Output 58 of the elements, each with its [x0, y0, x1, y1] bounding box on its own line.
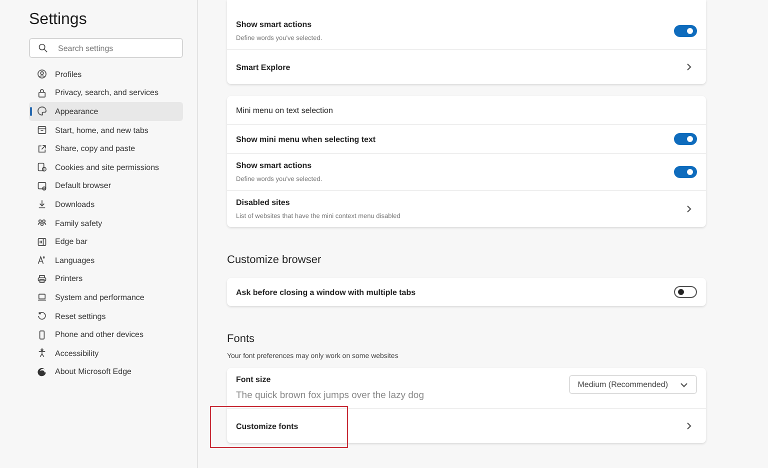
phone-icon [37, 330, 47, 340]
sidebar-item[interactable]: Privacy, search, and services [29, 84, 183, 102]
setting-label[interactable]: Customize fonts [236, 422, 675, 430]
sidebar-item[interactable]: Default browser [29, 176, 183, 196]
reset-icon [37, 311, 47, 322]
setting-description: The quick brown fox jumps over the lazy dog [236, 390, 425, 401]
family-icon [37, 218, 47, 228]
sidebar-item[interactable]: Profiles [29, 65, 183, 84]
chevron-right-icon[interactable] [685, 422, 693, 430]
toggle-switch[interactable] [674, 286, 697, 298]
setting-label[interactable]: Smart Explore [236, 62, 675, 72]
share-icon [37, 144, 47, 154]
download-icon [37, 199, 47, 210]
sidebar-item[interactable]: Cookies and site permissions [29, 158, 183, 177]
sidebar-item[interactable]: Reset settings [29, 306, 183, 326]
sidebar-item[interactable]: System and performance [29, 288, 183, 307]
person-icon [37, 69, 47, 80]
setting-label: Ask before closing a window with multiple tabs [236, 288, 417, 296]
chevron-right-icon[interactable] [685, 63, 693, 71]
sidebar-item[interactable]: Share, copy and paste [29, 139, 183, 158]
toggle-switch[interactable] [674, 166, 697, 178]
section-heading: Fonts [227, 333, 256, 345]
setting-label: Font size [236, 375, 272, 384]
lock-icon [37, 88, 47, 98]
setting-label: Show mini menu when selecting text [236, 134, 377, 144]
sidebar-item[interactable]: Languages [29, 250, 183, 270]
sidebar-item[interactable]: Accessibility [29, 344, 183, 362]
sidebar-item[interactable]: About Microsoft Edge [29, 362, 183, 382]
sidebar-item[interactable]: Downloads [29, 195, 183, 214]
search-field[interactable]: Search settings [29, 38, 183, 58]
sidebar-item[interactable]: Start, home, and new tabs [29, 120, 183, 140]
sidebar-icon [37, 236, 47, 247]
sidebar-item[interactable]: Family safety [29, 214, 183, 232]
sidebar-item[interactable]: Phone and other devices [29, 325, 183, 344]
setting-label: Show smart actions [236, 20, 313, 29]
accessibility-icon [37, 348, 47, 358]
laptop-icon [37, 292, 47, 302]
edge-logo-icon [37, 366, 47, 377]
printer-icon [37, 274, 47, 284]
setting-label[interactable]: Disabled sites [236, 198, 675, 207]
toggle-switch[interactable] [674, 25, 697, 37]
sidebar-item[interactable]: Printers [29, 270, 183, 288]
search-input[interactable]: Search settings [56, 42, 174, 54]
setting-label: Show smart actions [236, 161, 313, 170]
sidebar-item[interactable]: Appearance [29, 102, 183, 121]
sidebar-item[interactable]: Edge bar [29, 232, 183, 251]
palette-icon [37, 106, 47, 116]
toggle-switch[interactable] [674, 133, 697, 145]
home-icon [37, 125, 47, 136]
settings-title: Settings [29, 11, 88, 29]
group-title: Mini menu on text selection [236, 106, 333, 114]
font-size-dropdown[interactable]: Medium (Recommended) [568, 375, 697, 394]
section-heading: Customize browser [227, 254, 322, 266]
chevron-down-icon [680, 380, 688, 388]
browser-icon [37, 180, 47, 191]
chevron-right-icon[interactable] [685, 205, 693, 213]
search-icon [38, 43, 48, 53]
language-icon [37, 255, 47, 266]
